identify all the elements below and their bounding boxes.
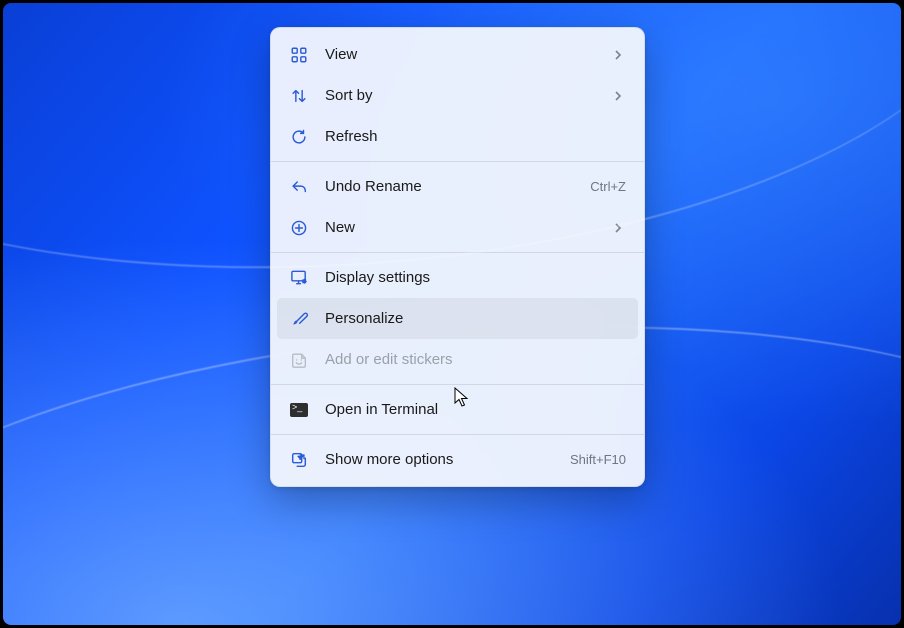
menu-label: Personalize bbox=[325, 310, 626, 327]
refresh-icon bbox=[289, 127, 309, 147]
menu-label: Undo Rename bbox=[325, 178, 582, 195]
personalize-icon bbox=[289, 309, 309, 329]
show-more-icon bbox=[289, 450, 309, 470]
menu-item-personalize[interactable]: Personalize bbox=[277, 298, 638, 339]
undo-icon bbox=[289, 177, 309, 197]
view-icon bbox=[289, 45, 309, 65]
menu-separator bbox=[271, 384, 644, 385]
chevron-right-icon bbox=[612, 89, 626, 103]
menu-item-new[interactable]: New bbox=[277, 207, 638, 248]
menu-item-show-more-options[interactable]: Show more options Shift+F10 bbox=[277, 439, 638, 480]
chevron-right-icon bbox=[612, 221, 626, 235]
menu-label: Show more options bbox=[325, 451, 562, 468]
chevron-right-icon bbox=[612, 48, 626, 62]
stickers-icon bbox=[289, 350, 309, 370]
desktop-context-menu: View Sort by bbox=[270, 27, 645, 487]
menu-label: New bbox=[325, 219, 612, 236]
menu-item-sort-by[interactable]: Sort by bbox=[277, 75, 638, 116]
menu-separator bbox=[271, 434, 644, 435]
menu-separator bbox=[271, 161, 644, 162]
menu-item-refresh[interactable]: Refresh bbox=[277, 116, 638, 157]
menu-separator bbox=[271, 252, 644, 253]
menu-item-add-stickers: Add or edit stickers bbox=[277, 339, 638, 380]
terminal-icon bbox=[289, 400, 309, 420]
menu-label: Add or edit stickers bbox=[325, 351, 626, 368]
menu-shortcut: Shift+F10 bbox=[570, 452, 626, 467]
menu-item-view[interactable]: View bbox=[277, 34, 638, 75]
menu-label: Display settings bbox=[325, 269, 626, 286]
menu-shortcut: Ctrl+Z bbox=[590, 179, 626, 194]
new-icon bbox=[289, 218, 309, 238]
menu-item-display-settings[interactable]: Display settings bbox=[277, 257, 638, 298]
display-settings-icon bbox=[289, 268, 309, 288]
menu-label: View bbox=[325, 46, 612, 63]
desktop-background[interactable]: View Sort by bbox=[3, 3, 901, 625]
menu-label: Open in Terminal bbox=[325, 401, 626, 418]
menu-item-undo-rename[interactable]: Undo Rename Ctrl+Z bbox=[277, 166, 638, 207]
sort-icon bbox=[289, 86, 309, 106]
menu-label: Sort by bbox=[325, 87, 612, 104]
menu-label: Refresh bbox=[325, 128, 626, 145]
menu-item-open-terminal[interactable]: Open in Terminal bbox=[277, 389, 638, 430]
